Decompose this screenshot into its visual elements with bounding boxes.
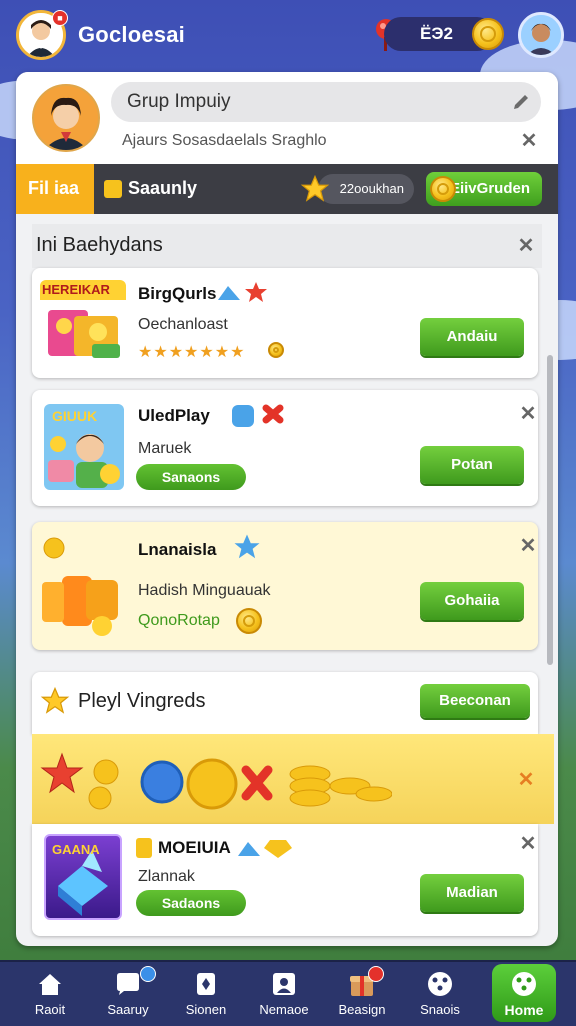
game-thumbnail: HEREIKAR — [40, 280, 126, 366]
list-item[interactable]: Lnanaisla Hadish Minguauak QonoRotap ✕ G… — [32, 522, 538, 650]
tab-action-label: EiivGruden — [449, 180, 530, 197]
badge-icons — [218, 282, 267, 302]
nav-label: Raoit — [34, 1002, 66, 1017]
item-subtitle: Hadish Minguauak — [138, 582, 271, 599]
profile-avatar[interactable] — [32, 84, 100, 152]
item-action-button[interactable]: Madian — [420, 874, 524, 912]
main-panel: Grup Impuiy Ajaurs Sosasdaelals Sraghlo … — [16, 72, 558, 946]
gift-icon — [136, 838, 152, 858]
section-header: Pleyl Vingreds Beeconan — [32, 672, 538, 734]
close-icon[interactable]: ✕ — [518, 834, 538, 854]
list-item[interactable]: HEREIKAR BirgQurls Oechanloast ★★★★★★★ A… — [32, 268, 538, 378]
item-action-button[interactable]: Andaiu — [420, 318, 524, 356]
tab-bar: Fil iaa Saaunly 22ooukhan EiivGruden — [16, 164, 558, 214]
item-subtitle: Oechanloast — [138, 316, 228, 333]
close-icon[interactable]: ✕ — [518, 404, 538, 424]
badge-icons — [238, 840, 292, 858]
item-title: MOEIUIA — [158, 838, 231, 857]
notification-badge: ■ — [52, 10, 68, 26]
game-thumbnail: GAANA — [44, 834, 122, 920]
nav-item-social[interactable]: Snaois — [404, 962, 476, 1026]
star-icon — [300, 174, 330, 202]
dice-icon — [428, 972, 452, 996]
star-icon — [40, 686, 70, 714]
profile-header: Grup Impuiy Ajaurs Sosasdaelals Sraghlo … — [16, 72, 558, 164]
currency-amount: ЁЭ2 — [420, 24, 453, 43]
close-icon[interactable]: ✕ — [519, 131, 539, 151]
item-tag-pill[interactable]: Sadaons — [136, 890, 246, 916]
close-icon[interactable]: ✕ — [516, 236, 536, 256]
score-pill-text: 22ooukhan — [339, 181, 404, 196]
edit-icon[interactable] — [511, 92, 531, 112]
nav-label: Nemaoe — [259, 1002, 309, 1017]
group-name-field[interactable]: Grup Impuiy — [111, 82, 541, 122]
item-subtitle: Zlannak — [138, 868, 195, 885]
nav-label: Beasign — [338, 1002, 386, 1017]
section-title: Pleyl Vingreds — [78, 690, 206, 712]
thumbnail-label: GAANA — [52, 842, 100, 857]
chat-icon — [117, 973, 139, 995]
item-title: Lnanaisla — [138, 540, 217, 559]
item-title: BirgQurls — [138, 284, 217, 303]
bottom-nav: Raoit Saaruy Sionen Nemaoe Beasign Snaoi… — [0, 960, 576, 1026]
dice-icon — [512, 972, 536, 996]
badge-icons — [232, 404, 284, 427]
coin-icon — [472, 18, 504, 50]
item-tag: QonoRotap — [138, 612, 220, 629]
list-item[interactable]: GAANA MOEIUIA Zlannak Sadaons ✕ Madian — [32, 824, 538, 936]
thumbnail-label: HEREIKAR — [42, 282, 110, 297]
rewards-icons — [40, 752, 393, 810]
tab-active-label: Fil iaa — [28, 178, 80, 198]
list-item[interactable]: GIUUK UledPlay Maruek Sanaons ✕ Potan — [32, 390, 538, 506]
scrollbar[interactable] — [547, 355, 553, 665]
coin-icon — [268, 342, 284, 358]
coin-icon — [236, 608, 262, 634]
section-action-button[interactable]: Beeconan — [420, 684, 530, 718]
section-header: Ini Baehydans ✕ — [32, 224, 542, 268]
section-title: Ini Baehydans — [36, 234, 163, 256]
nav-item-home-icon[interactable]: Raoit — [14, 962, 86, 1026]
gift-icon — [104, 180, 122, 198]
nav-item-chat[interactable]: Saaruy — [92, 962, 164, 1026]
item-action-button[interactable]: Potan — [420, 446, 524, 484]
tab-active[interactable]: Fil iaa — [16, 164, 94, 214]
profile-subtitle: Ajaurs Sosasdaelals Sraghlo — [122, 132, 327, 149]
members-icon — [273, 973, 295, 995]
game-thumbnail — [40, 536, 126, 636]
group-name-text: Grup Impuiy — [127, 91, 231, 112]
house-icon — [39, 974, 61, 995]
app-title: Gocloesai — [78, 22, 185, 47]
star-icon — [234, 534, 260, 559]
close-icon[interactable]: ✕ — [516, 770, 536, 790]
nav-item-design[interactable]: Beasign — [326, 962, 398, 1026]
nav-item-cards[interactable]: Sionen — [170, 962, 242, 1026]
item-title: UledPlay — [138, 406, 210, 425]
rating-stars: ★★★★★★★ — [138, 344, 246, 361]
tab-second-label[interactable]: Saaunly — [128, 178, 197, 199]
score-pill: 22ooukhan — [318, 174, 414, 204]
notification-badge — [140, 966, 156, 982]
coin-icon — [430, 176, 456, 202]
nav-label: Snaois — [420, 1002, 460, 1017]
item-tag-pill[interactable]: Sanaons — [136, 464, 246, 490]
nav-label: Saaruy — [107, 1002, 149, 1017]
nav-label: Home — [504, 1002, 544, 1018]
notification-badge — [368, 966, 384, 982]
close-icon[interactable]: ✕ — [518, 536, 538, 556]
rewards-banner: ✕ — [32, 734, 554, 824]
card-icon — [197, 973, 215, 995]
game-thumbnail: GIUUK — [44, 404, 124, 490]
nav-label: Sionen — [185, 1002, 227, 1017]
top-bar: ■ Gocloesai ЁЭ2 — [0, 0, 576, 72]
item-subtitle: Maruek — [138, 440, 192, 457]
item-action-button[interactable]: Gohaiia — [420, 582, 524, 620]
friend-avatar[interactable] — [518, 12, 564, 58]
nav-item-home[interactable]: Home — [492, 964, 556, 1022]
nav-item-members[interactable]: Nemaoe — [248, 962, 320, 1026]
thumbnail-label: GIUUK — [52, 408, 98, 424]
